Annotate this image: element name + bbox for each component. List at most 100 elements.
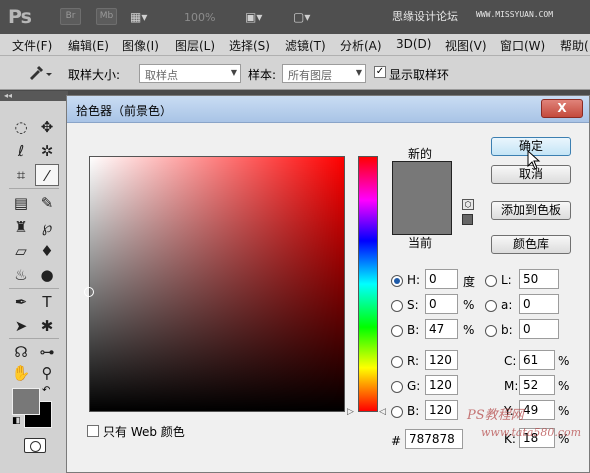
menu-window[interactable]: 窗口(W) — [500, 37, 545, 54]
brush-tool-icon[interactable]: ✎ — [35, 192, 59, 214]
eyedropper-preset-icon[interactable] — [24, 62, 56, 84]
screen-mode-icon[interactable]: ▢▾ — [293, 7, 327, 27]
pen-tool-icon[interactable]: ✒ — [9, 291, 33, 313]
red-input[interactable]: 120 — [425, 350, 458, 370]
hue-unit: 度 — [463, 275, 476, 289]
menu-filter[interactable]: 滤镜(T) — [285, 37, 326, 54]
swap-colors-icon[interactable]: ↶ — [42, 385, 50, 396]
menu-3d[interactable]: 3D(D) — [396, 37, 431, 51]
hue-input[interactable]: 0 — [425, 269, 458, 289]
foreground-color-swatch[interactable] — [12, 388, 40, 415]
magenta-label: M: — [504, 379, 519, 393]
menu-analysis[interactable]: 分析(A) — [340, 37, 382, 54]
web-colors-only-checkbox[interactable] — [87, 425, 99, 437]
menu-image[interactable]: 图像(I) — [122, 37, 159, 54]
brightness-radio[interactable] — [391, 325, 403, 337]
b-channel-input[interactable]: 0 — [519, 319, 559, 339]
hue-slider[interactable] — [358, 156, 378, 412]
a-channel-input[interactable]: 0 — [519, 294, 559, 314]
web-safe-color-swatch[interactable] — [462, 214, 473, 225]
saturation-label: S: — [407, 298, 419, 312]
spot-healing-tool-icon[interactable]: ▤ — [9, 192, 33, 214]
menu-file[interactable]: 文件(F) — [12, 37, 52, 54]
blue-radio[interactable] — [391, 406, 403, 418]
extras-icon[interactable]: ▦▾ — [130, 7, 164, 27]
paint-bucket-tool-icon[interactable]: ♦ — [35, 240, 59, 262]
collapse-panel-icon[interactable]: ◂◂ — [0, 91, 68, 101]
current-color-swatch[interactable] — [392, 198, 452, 235]
history-brush-tool-icon[interactable]: ℘ — [35, 216, 59, 238]
saturation-input[interactable]: 0 — [425, 294, 458, 314]
lasso-tool-icon[interactable]: ℓ — [9, 140, 33, 162]
menu-bar: 文件(F) 编辑(E) 图像(I) 图层(L) 选择(S) 滤镜(T) 分析(A… — [0, 34, 590, 56]
eyedropper-tool-icon[interactable]: ⁄ — [35, 164, 59, 186]
crop-tool-icon[interactable]: ⌗ — [9, 164, 33, 186]
blur-tool-icon[interactable]: ♨ — [9, 264, 33, 286]
tools-panel: ◂◂ ◌ ✥ ℓ ✲ ⌗ ⁄ ▤ ✎ ♜ ℘ ▱ ♦ ♨ ● ✒ T ➤ ✱ ☊… — [0, 91, 68, 473]
hue-radio[interactable] — [391, 275, 403, 287]
menu-edit[interactable]: 编辑(E) — [68, 37, 109, 54]
brightness-input[interactable]: 47 — [425, 319, 458, 339]
yellow-unit: % — [558, 404, 570, 418]
tool-divider — [9, 288, 59, 289]
add-to-swatches-button[interactable]: 添加到色板 — [491, 201, 571, 220]
mini-bridge-button[interactable]: Mb — [96, 8, 117, 25]
sample-size-select[interactable]: 取样点 ▼ — [139, 64, 241, 83]
color-field-cursor[interactable] — [84, 287, 94, 297]
a-channel-radio[interactable] — [485, 300, 497, 312]
quick-mask-icon[interactable] — [24, 438, 46, 453]
hue-slider-right-arrow-icon[interactable]: ◁ — [379, 407, 386, 417]
cyan-input[interactable]: 61 — [519, 350, 555, 370]
menu-layer[interactable]: 图层(L) — [175, 37, 215, 54]
dodge-tool-icon[interactable]: ● — [35, 264, 59, 286]
hex-input[interactable]: 787878 — [405, 429, 463, 449]
lightness-input[interactable]: 50 — [519, 269, 559, 289]
eraser-tool-icon[interactable]: ▱ — [9, 240, 33, 262]
b-channel-label: b: — [501, 323, 513, 337]
b-channel-radio[interactable] — [485, 325, 497, 337]
green-label: G: — [407, 379, 421, 393]
zoom-level[interactable]: 100% — [184, 11, 215, 24]
menu-help[interactable]: 帮助( — [560, 37, 589, 54]
dialog-titlebar[interactable]: 拾色器（前景色） X — [67, 96, 589, 123]
watermark-url: www.tata580.com — [481, 426, 582, 439]
color-field[interactable] — [89, 156, 345, 412]
custom-shape-tool-icon[interactable]: ✱ — [35, 315, 59, 337]
type-tool-icon[interactable]: T — [35, 291, 59, 313]
color-libraries-button[interactable]: 颜色库 — [491, 235, 571, 254]
lightness-radio[interactable] — [485, 275, 497, 287]
lightness-label: L: — [501, 273, 512, 287]
clone-stamp-tool-icon[interactable]: ♜ — [9, 216, 33, 238]
menu-view[interactable]: 视图(V) — [445, 37, 487, 54]
red-radio[interactable] — [391, 356, 403, 368]
show-sampling-ring-label: 显示取样环 — [389, 68, 450, 82]
saturation-radio[interactable] — [391, 300, 403, 312]
out-of-gamut-warning-icon[interactable]: ⬡ — [462, 199, 474, 210]
bridge-button[interactable]: Br — [60, 8, 81, 25]
close-button[interactable]: X — [541, 99, 583, 118]
zoom-tool-icon[interactable]: ⚲ — [35, 362, 59, 384]
dialog-title: 拾色器（前景色） — [76, 104, 173, 118]
default-colors-icon[interactable]: ◧ — [12, 416, 21, 426]
arrange-documents-icon[interactable]: ▣▾ — [245, 7, 279, 27]
sample-select[interactable]: 所有图层 ▼ — [282, 64, 366, 83]
marquee-tool-icon[interactable]: ◌ — [9, 116, 33, 138]
color-picker-dialog: 拾色器（前景色） X ▷ ◁ 只有 Web 颜色 新的 当前 ⬡ 确定 取消 添… — [66, 95, 590, 473]
3d-rotate-tool-icon[interactable]: ☊ — [9, 341, 33, 363]
blue-input[interactable]: 120 — [425, 400, 458, 420]
magic-wand-tool-icon[interactable]: ✲ — [35, 140, 59, 162]
3d-orbit-tool-icon[interactable]: ⊶ — [35, 341, 59, 363]
path-selection-tool-icon[interactable]: ➤ — [9, 315, 33, 337]
show-sampling-ring-checkbox[interactable]: ✓ — [374, 66, 386, 78]
menu-select[interactable]: 选择(S) — [229, 37, 270, 54]
sample-size-label: 取样大小: — [68, 68, 121, 82]
tool-divider — [9, 338, 59, 339]
green-radio[interactable] — [391, 381, 403, 393]
hex-label: # — [391, 434, 402, 448]
green-input[interactable]: 120 — [425, 375, 458, 395]
magenta-input[interactable]: 52 — [519, 375, 555, 395]
hand-tool-icon[interactable]: ✋ — [9, 362, 33, 384]
yellow-input[interactable]: 49 — [519, 400, 555, 420]
move-tool-icon[interactable]: ✥ — [35, 116, 59, 138]
hue-slider-left-arrow-icon[interactable]: ▷ — [347, 407, 354, 417]
